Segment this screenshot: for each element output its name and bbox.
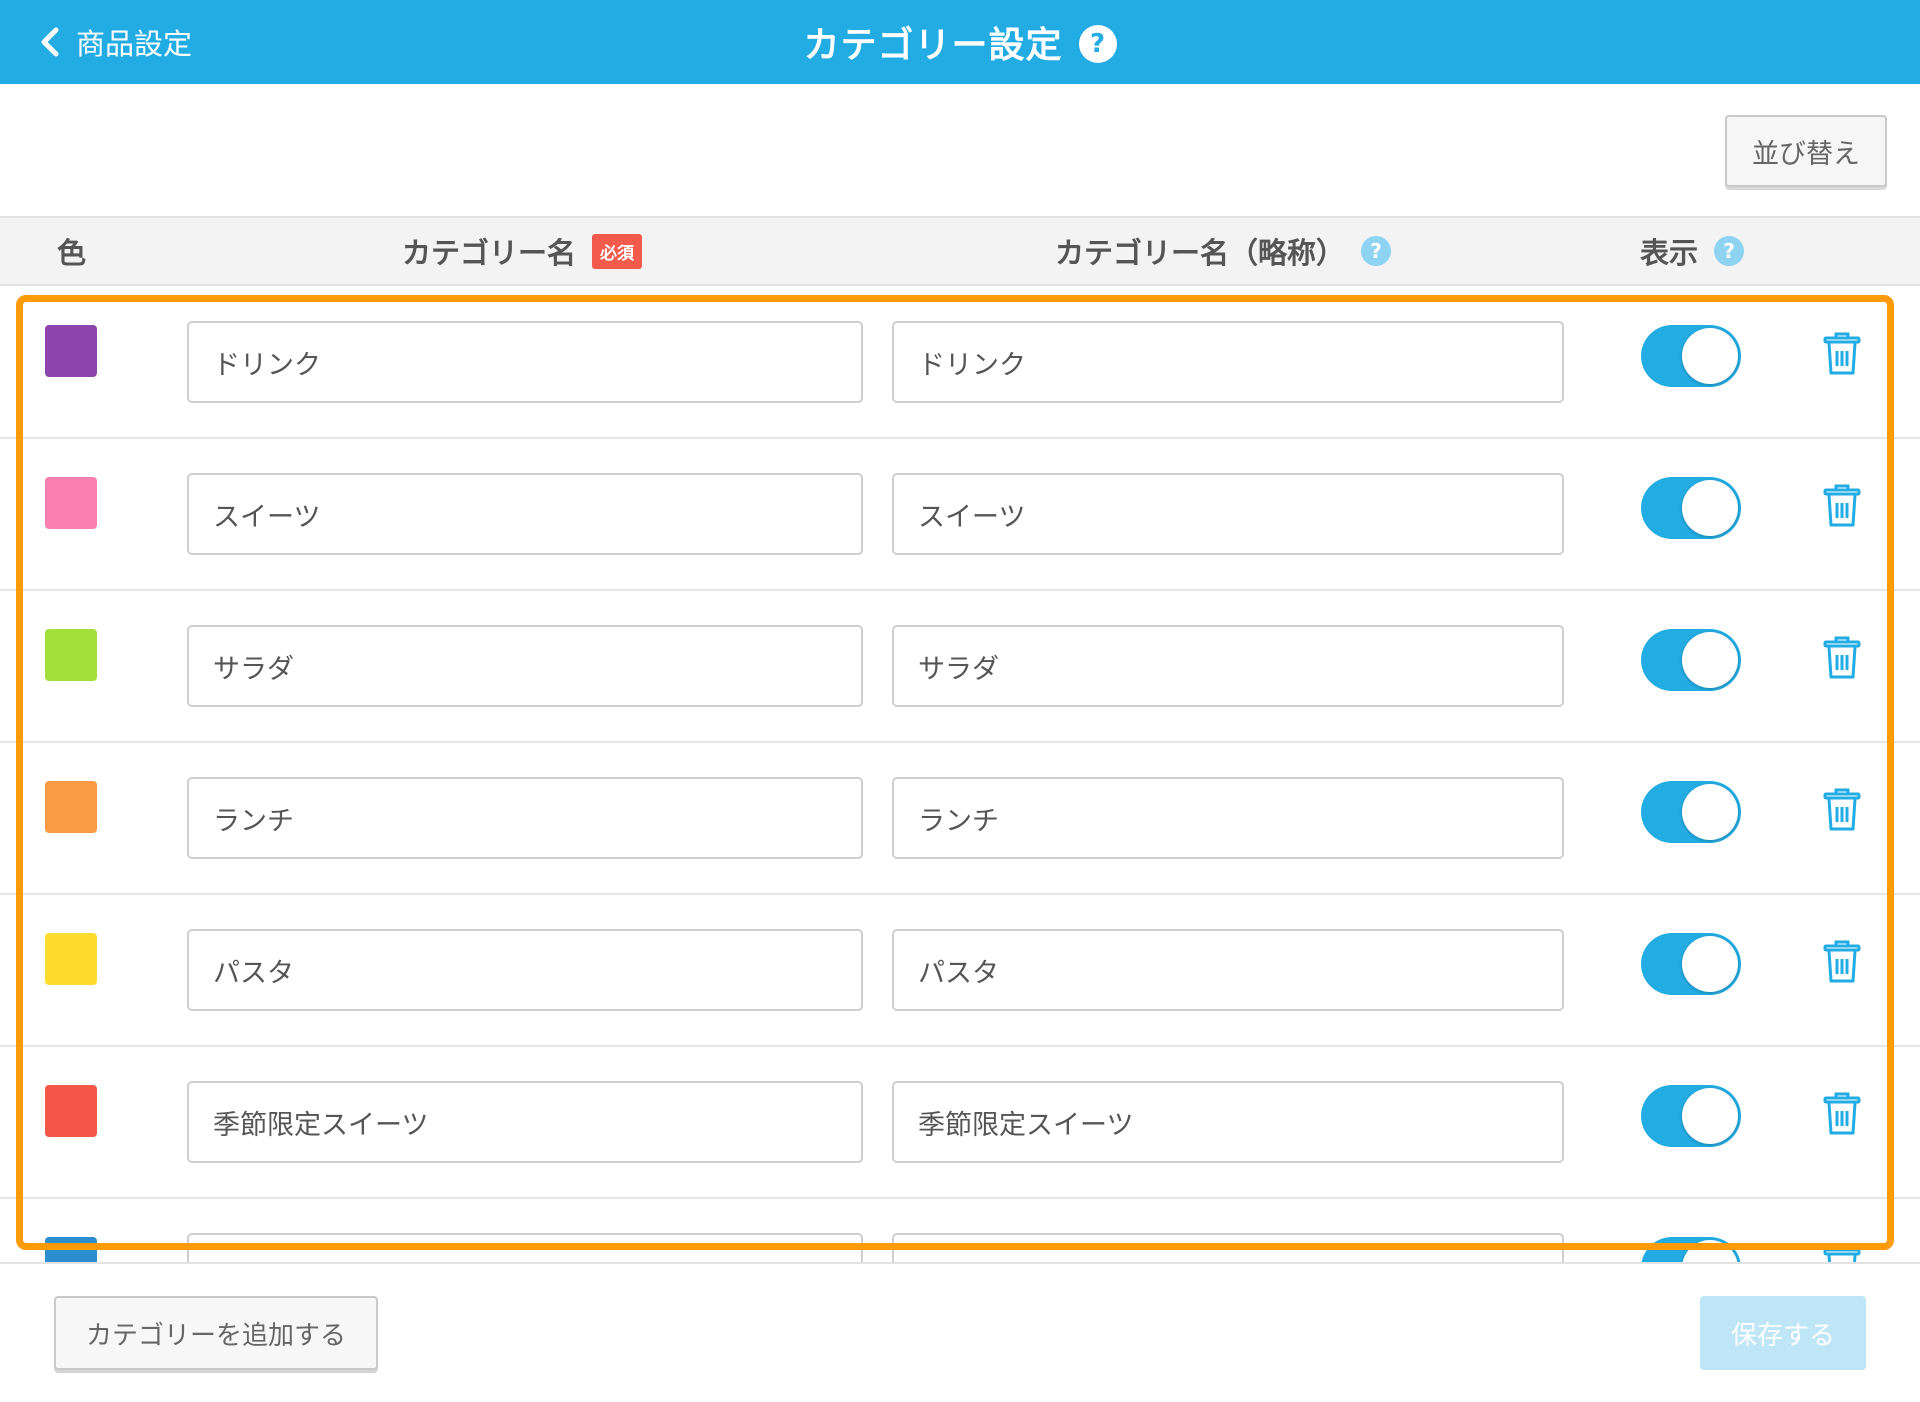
category-row: [0, 895, 1920, 1047]
color-swatch[interactable]: [45, 1085, 97, 1137]
toggle-knob: [1682, 1088, 1738, 1144]
toggle-knob: [1682, 328, 1738, 384]
column-header-short-name-label: カテゴリー名（略称）: [1055, 236, 1346, 270]
category-name-input[interactable]: [187, 473, 863, 555]
column-header-display-label: 表示: [1640, 236, 1699, 270]
toggle-knob: [1682, 480, 1738, 536]
help-icon[interactable]: ?: [1078, 25, 1117, 63]
color-swatch[interactable]: [45, 477, 97, 529]
color-swatch[interactable]: [45, 781, 97, 833]
column-header-display: 表示 ?: [1640, 218, 1745, 284]
category-name-input[interactable]: [187, 625, 863, 707]
category-short-name-input[interactable]: [892, 777, 1564, 859]
footer-bar: カテゴリーを追加する 保存する: [0, 1262, 1920, 1402]
required-badge: 必須: [592, 233, 643, 269]
app-header: 商品設定 カテゴリー設定 ?: [0, 0, 1920, 84]
column-header-short-name: カテゴリー名（略称） ?: [1055, 218, 1392, 284]
column-header-name: カテゴリー名 必須: [402, 218, 643, 284]
table-header: 色 カテゴリー名 必須 カテゴリー名（略称） ? 表示 ?: [0, 216, 1920, 286]
trash-icon[interactable]: [1822, 483, 1862, 529]
toggle-knob: [1682, 632, 1738, 688]
category-short-name-input[interactable]: [892, 929, 1564, 1011]
help-icon[interactable]: ?: [1361, 236, 1392, 266]
display-toggle[interactable]: [1641, 1085, 1741, 1147]
trash-icon[interactable]: [1822, 1243, 1862, 1262]
category-name-input[interactable]: [187, 1233, 863, 1262]
color-swatch[interactable]: [45, 1237, 97, 1262]
category-short-name-input[interactable]: [892, 473, 1564, 555]
category-name-input[interactable]: [187, 1081, 863, 1163]
category-short-name-input[interactable]: [892, 1233, 1564, 1262]
display-toggle[interactable]: [1641, 933, 1741, 995]
save-button[interactable]: 保存する: [1700, 1296, 1866, 1370]
display-toggle[interactable]: [1641, 629, 1741, 691]
category-row: [0, 1199, 1920, 1262]
column-header-color: 色: [57, 236, 87, 270]
color-swatch[interactable]: [45, 629, 97, 681]
category-row: [0, 591, 1920, 743]
toggle-knob: [1682, 784, 1738, 840]
category-row: [0, 743, 1920, 895]
category-short-name-input[interactable]: [892, 625, 1564, 707]
display-toggle[interactable]: [1641, 325, 1741, 387]
category-name-input[interactable]: [187, 321, 863, 403]
category-row: [0, 1047, 1920, 1199]
display-toggle[interactable]: [1641, 781, 1741, 843]
column-header-name-label: カテゴリー名: [402, 236, 577, 270]
trash-icon[interactable]: [1822, 635, 1862, 681]
category-list[interactable]: [0, 287, 1920, 1262]
display-toggle[interactable]: [1641, 1237, 1741, 1262]
sort-button[interactable]: 並び替え: [1725, 115, 1887, 187]
category-name-input[interactable]: [187, 777, 863, 859]
toggle-knob: [1682, 1240, 1738, 1262]
trash-icon[interactable]: [1822, 939, 1862, 985]
page-title: カテゴリー設定: [803, 25, 1063, 66]
category-name-input[interactable]: [187, 929, 863, 1011]
display-toggle[interactable]: [1641, 477, 1741, 539]
toggle-knob: [1682, 936, 1738, 992]
trash-icon[interactable]: [1822, 331, 1862, 377]
trash-icon[interactable]: [1822, 1091, 1862, 1137]
category-row: [0, 439, 1920, 591]
title-area: カテゴリー設定 ?: [0, 0, 1920, 84]
add-category-button[interactable]: カテゴリーを追加する: [54, 1296, 378, 1370]
trash-icon[interactable]: [1822, 787, 1862, 833]
category-row: [0, 287, 1920, 439]
color-swatch[interactable]: [45, 933, 97, 985]
color-swatch[interactable]: [45, 325, 97, 377]
category-short-name-input[interactable]: [892, 321, 1564, 403]
help-icon[interactable]: ?: [1714, 236, 1745, 266]
category-short-name-input[interactable]: [892, 1081, 1564, 1163]
